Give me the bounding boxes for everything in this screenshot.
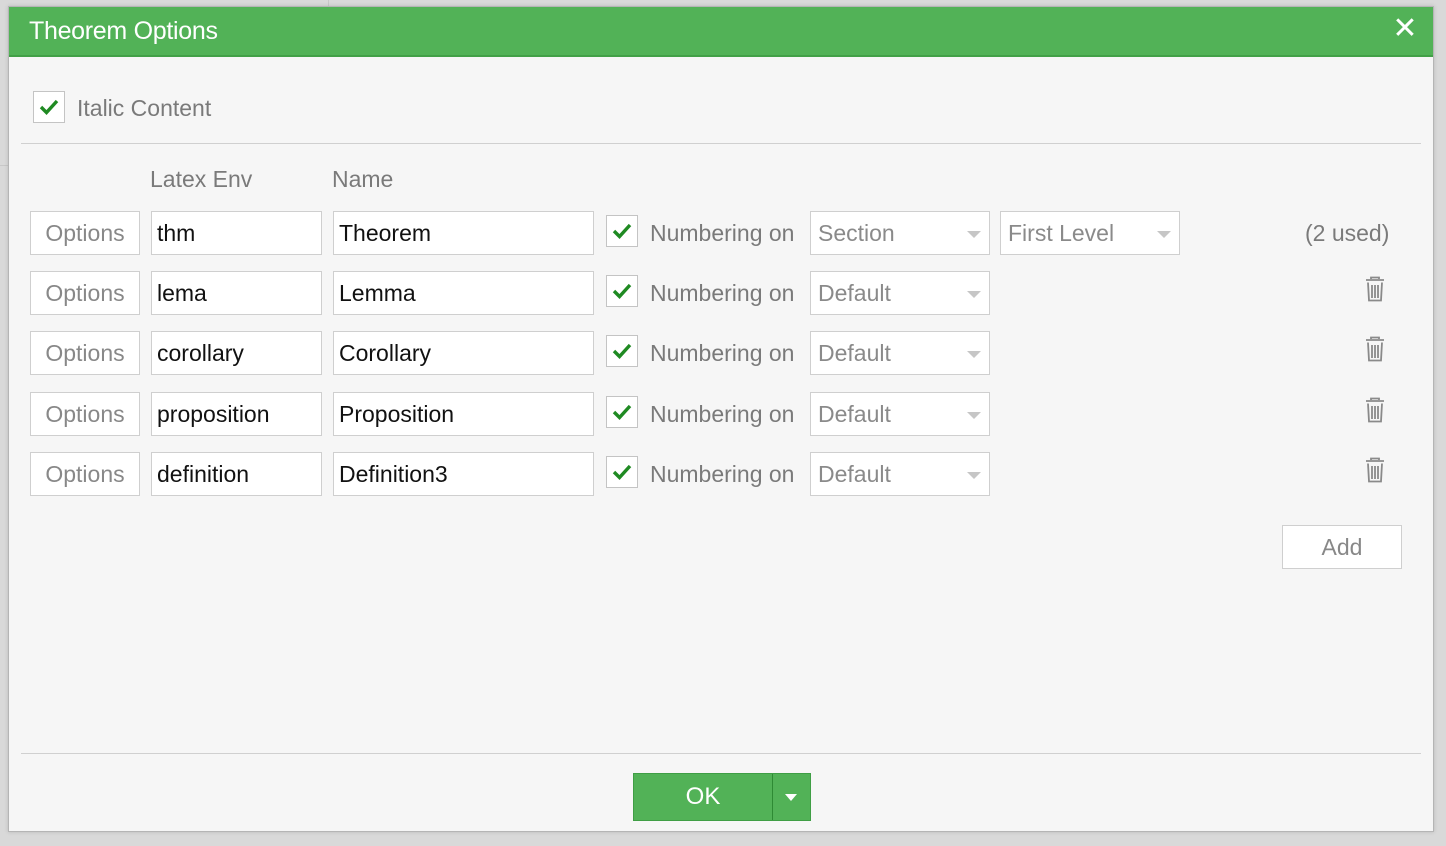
trash-icon[interactable] bbox=[1364, 276, 1386, 302]
usage-count: (2 used) bbox=[1305, 220, 1390, 246]
level-select[interactable]: First Level bbox=[1000, 211, 1180, 255]
latex-env-input[interactable]: thm bbox=[151, 211, 322, 255]
dialog-titlebar: Theorem Options ✕ bbox=[9, 7, 1433, 57]
trash-icon[interactable] bbox=[1364, 397, 1386, 423]
numbering-select-value: Default bbox=[818, 280, 891, 306]
divider bbox=[21, 753, 1421, 754]
options-button[interactable]: Options bbox=[30, 452, 140, 496]
numbering-select[interactable]: Default bbox=[810, 392, 990, 436]
numbering-select-value: Default bbox=[818, 461, 891, 487]
name-input[interactable]: Corollary bbox=[333, 331, 594, 375]
level-select-value: First Level bbox=[1008, 220, 1115, 246]
add-button[interactable]: Add bbox=[1282, 525, 1402, 569]
chevron-down-icon bbox=[967, 472, 981, 479]
background-divider bbox=[0, 165, 8, 166]
numbering-checkbox[interactable] bbox=[606, 215, 638, 247]
chevron-down-icon bbox=[967, 412, 981, 419]
latex-env-input[interactable]: lema bbox=[151, 271, 322, 315]
checkmark-icon bbox=[612, 343, 632, 359]
name-input[interactable]: Definition3 bbox=[333, 452, 594, 496]
latex-env-input[interactable]: corollary bbox=[151, 331, 322, 375]
numbering-select[interactable]: Default bbox=[810, 452, 990, 496]
numbering-select[interactable]: Default bbox=[810, 331, 990, 375]
numbering-select-value: Default bbox=[818, 401, 891, 427]
options-button[interactable]: Options bbox=[30, 211, 140, 255]
chevron-down-icon bbox=[785, 794, 797, 801]
italic-content-label: Italic Content bbox=[77, 95, 212, 121]
italic-content-checkbox[interactable] bbox=[33, 91, 65, 123]
checkmark-icon bbox=[612, 464, 632, 480]
numbering-on-label: Numbering on bbox=[650, 220, 795, 246]
close-icon[interactable]: ✕ bbox=[1391, 14, 1419, 44]
checkmark-icon bbox=[39, 99, 59, 115]
numbering-checkbox[interactable] bbox=[606, 275, 638, 307]
name-input[interactable]: Theorem bbox=[333, 211, 594, 255]
checkmark-icon bbox=[612, 223, 632, 239]
latex-env-input[interactable]: proposition bbox=[151, 392, 322, 436]
options-button[interactable]: Options bbox=[30, 392, 140, 436]
numbering-checkbox[interactable] bbox=[606, 335, 638, 367]
numbering-on-label: Numbering on bbox=[650, 461, 795, 487]
checkmark-icon bbox=[612, 283, 632, 299]
name-input[interactable]: Lemma bbox=[333, 271, 594, 315]
divider bbox=[21, 143, 1421, 144]
header-latex-env: Latex Env bbox=[150, 166, 253, 192]
numbering-on-label: Numbering on bbox=[650, 340, 795, 366]
trash-icon[interactable] bbox=[1364, 457, 1386, 483]
numbering-select[interactable]: Default bbox=[810, 271, 990, 315]
ok-dropdown-button[interactable] bbox=[773, 774, 810, 820]
chevron-down-icon bbox=[967, 351, 981, 358]
ok-split-button: OK bbox=[633, 773, 811, 821]
numbering-checkbox[interactable] bbox=[606, 456, 638, 488]
numbering-select-value: Default bbox=[818, 340, 891, 366]
chevron-down-icon bbox=[1157, 231, 1171, 238]
options-button[interactable]: Options bbox=[30, 331, 140, 375]
trash-icon[interactable] bbox=[1364, 336, 1386, 362]
ok-button[interactable]: OK bbox=[634, 774, 772, 820]
latex-env-input[interactable]: definition bbox=[151, 452, 322, 496]
numbering-select-value: Section bbox=[818, 220, 895, 246]
header-name: Name bbox=[332, 166, 394, 192]
checkmark-icon bbox=[612, 404, 632, 420]
chevron-down-icon bbox=[967, 231, 981, 238]
numbering-on-label: Numbering on bbox=[650, 280, 795, 306]
numbering-select[interactable]: Section bbox=[810, 211, 990, 255]
options-button[interactable]: Options bbox=[30, 271, 140, 315]
numbering-on-label: Numbering on bbox=[650, 401, 795, 427]
theorem-options-dialog: Theorem Options ✕ Italic Content Latex E… bbox=[8, 6, 1434, 832]
name-input[interactable]: Proposition bbox=[333, 392, 594, 436]
numbering-checkbox[interactable] bbox=[606, 396, 638, 428]
chevron-down-icon bbox=[967, 291, 981, 298]
dialog-title: Theorem Options bbox=[29, 17, 218, 45]
